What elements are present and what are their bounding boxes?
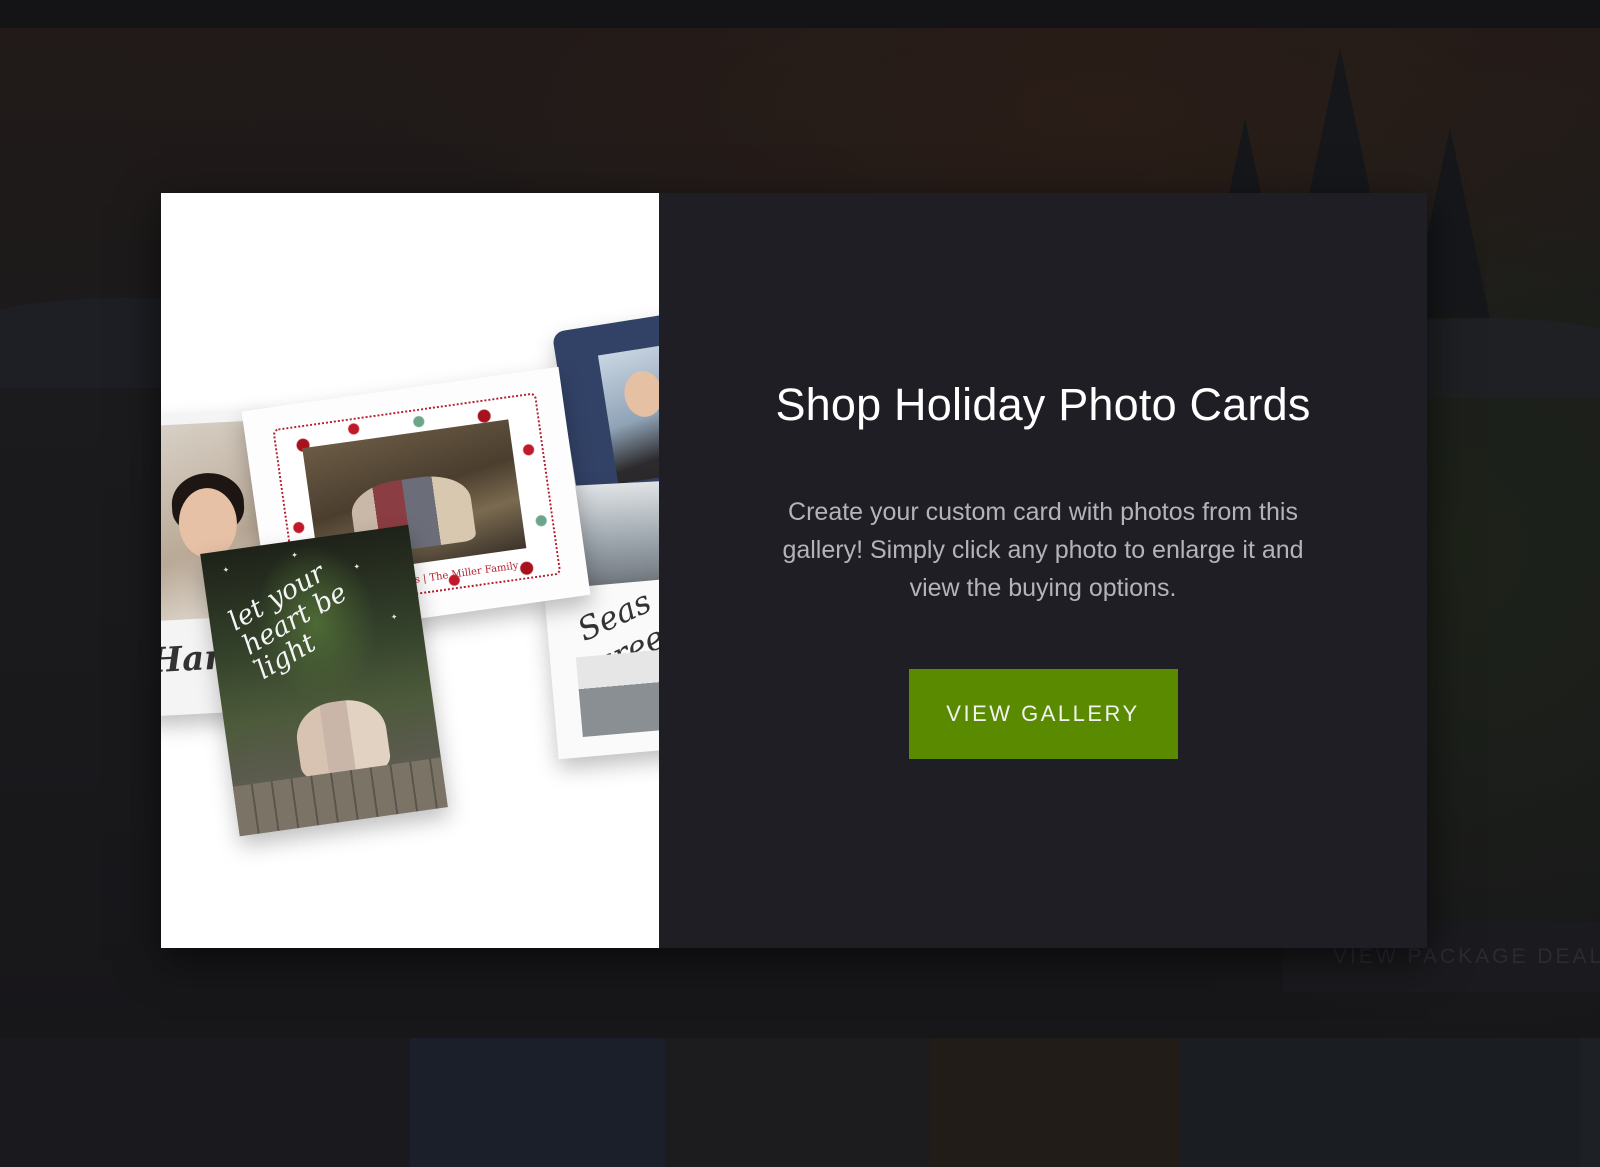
holiday-cards-modal: Hanuk Seas gree Happiest Holidays | The … [161,193,1427,948]
view-gallery-button[interactable]: VIEW GALLERY [908,669,1178,759]
gallery-thumbnail[interactable] [0,1038,410,1167]
gallery-thumbnail[interactable] [1180,1038,1580,1167]
thumbnail-strip [0,1038,1600,1167]
holiday-card-collage-image: Hanuk Seas gree Happiest Holidays | The … [161,193,659,948]
forest-card: ✦ ✦ ✦ ✦ ✦ let your heart be light [200,524,448,837]
forest-card-text: let your heart be light [223,557,353,686]
gallery-thumbnail[interactable] [410,1038,665,1167]
modal-content-panel: Shop Holiday Photo Cards Create your cus… [659,193,1427,948]
modal-title: Shop Holiday Photo Cards [775,379,1311,430]
gallery-thumbnail[interactable] [665,1038,930,1167]
gallery-thumbnail[interactable] [930,1038,1180,1167]
modal-description: Create your custom card with photos from… [782,498,1304,602]
seasons-greetings-card: Seas gree [543,576,659,760]
gallery-thumbnail[interactable] [1580,1038,1600,1167]
top-bar [0,0,1600,28]
view-package-deals-label: VIEW PACKAGE DEALS [1333,945,1600,968]
